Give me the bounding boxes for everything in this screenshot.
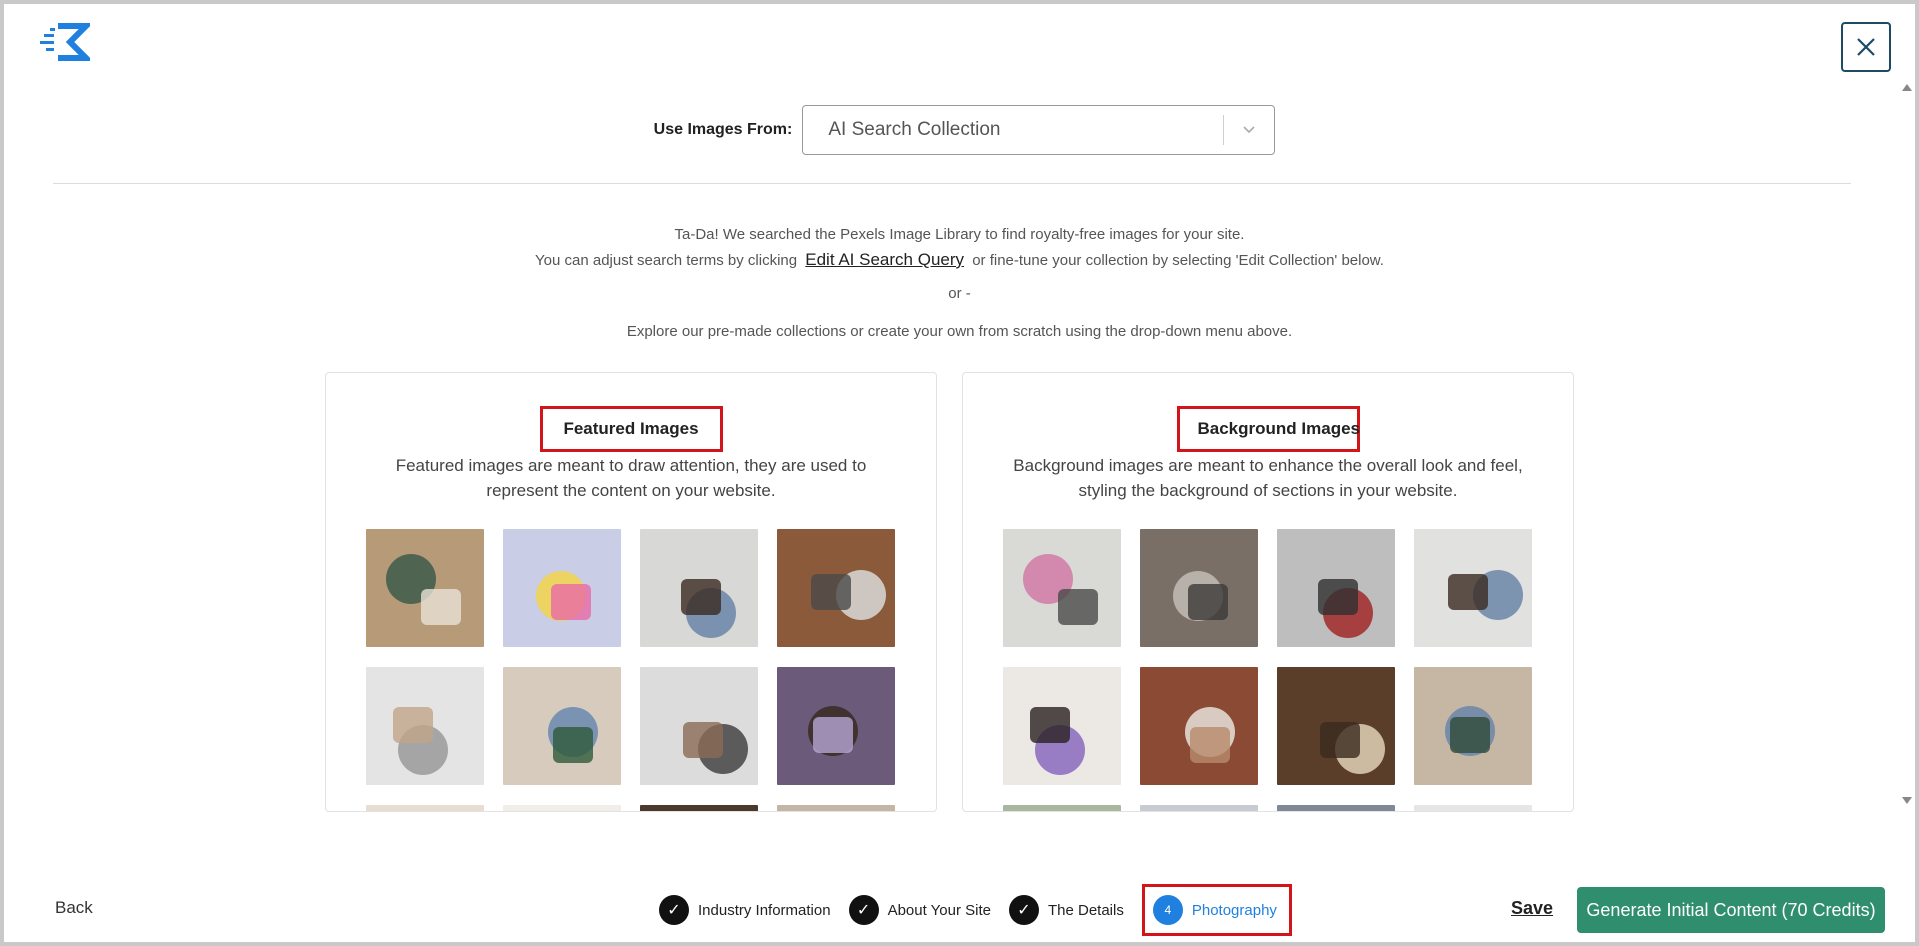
background-images-card: Background Images Background images are … <box>962 372 1574 812</box>
featured-image-thumbnail <box>640 667 758 785</box>
featured-image-thumbnail <box>777 667 895 785</box>
featured-image-thumbnail <box>777 529 895 647</box>
featured-image-thumbnail <box>640 805 758 811</box>
background-image-thumbnail <box>1140 667 1258 785</box>
background-images-title: Background Images <box>1176 406 1360 452</box>
save-button[interactable]: Save <box>1511 898 1553 919</box>
background-image-thumbnail <box>1414 529 1532 647</box>
featured-images-title: Featured Images <box>539 406 723 452</box>
background-image-thumbnail <box>1140 805 1258 811</box>
wizard-window: Use Images From: AI Search Collection Ta… <box>4 4 1915 942</box>
background-image-thumbnail <box>1003 805 1121 811</box>
featured-image-thumbnail <box>503 667 621 785</box>
background-image-thumbnail <box>1003 529 1121 647</box>
intro-line-1: Ta-Da! We searched the Pexels Image Libr… <box>674 226 1245 243</box>
featured-image-thumbnail <box>366 529 484 647</box>
step-label: Industry Information <box>698 901 831 919</box>
featured-images-description: Featured images are meant to draw attent… <box>326 453 936 503</box>
close-icon <box>1857 38 1875 56</box>
intro-line-2: You can adjust search terms by clicking … <box>4 247 1915 273</box>
kadence-logo-icon <box>40 23 90 61</box>
image-source-value: AI Search Collection <box>828 119 1001 140</box>
featured-image-thumbnail <box>777 805 895 811</box>
background-images-description: Background images are meant to enhance t… <box>963 453 1573 503</box>
background-desc-line-1: Background images are meant to enhance t… <box>1013 456 1523 475</box>
background-image-thumbnail <box>1140 529 1258 647</box>
background-image-thumbnail <box>1277 667 1395 785</box>
background-image-thumbnail <box>1414 805 1532 811</box>
intro-line-2-before: You can adjust search terms by clicking <box>535 252 798 269</box>
featured-images-grid <box>366 529 896 811</box>
scroll-down-icon[interactable] <box>1902 797 1912 804</box>
background-desc-line-2: styling the background of sections in yo… <box>1078 481 1458 500</box>
featured-desc-line-1: Featured images are meant to draw attent… <box>395 456 867 475</box>
featured-image-thumbnail <box>503 805 621 811</box>
featured-images-card: Featured Images Featured images are mean… <box>325 372 937 812</box>
explore-text: Explore our pre-made collections or crea… <box>626 323 1293 340</box>
scroll-up-icon[interactable] <box>1902 84 1912 91</box>
check-icon: ✓ <box>659 895 689 925</box>
intro-line-2-after: or fine-tune your collection by selectin… <box>972 252 1384 269</box>
background-image-thumbnail <box>1414 667 1532 785</box>
background-image-thumbnail <box>1277 529 1395 647</box>
header-divider <box>53 183 1851 184</box>
check-icon: ✓ <box>1008 895 1039 925</box>
chevron-down-icon[interactable] <box>1224 125 1274 135</box>
step-industry-information[interactable]: ✓ Industry Information <box>659 895 831 925</box>
featured-image-thumbnail <box>640 529 758 647</box>
step-label: Photography <box>1191 901 1277 919</box>
featured-image-thumbnail <box>366 805 484 811</box>
step-label: About Your Site <box>887 901 991 919</box>
check-icon: ✓ <box>848 895 879 925</box>
featured-image-thumbnail <box>366 667 484 785</box>
scrollbar[interactable] <box>1899 84 1913 804</box>
featured-desc-line-2: represent the content on your website. <box>486 481 776 500</box>
back-button[interactable]: Back <box>55 898 93 918</box>
step-about-your-site[interactable]: ✓ About Your Site <box>848 895 991 925</box>
background-images-grid <box>1003 529 1533 811</box>
background-image-thumbnail <box>1277 805 1395 811</box>
step-the-details[interactable]: ✓ The Details <box>1008 895 1124 925</box>
intro-text: Ta-Da! We searched the Pexels Image Libr… <box>4 222 1915 273</box>
edit-ai-search-query-link[interactable]: Edit AI Search Query <box>805 250 964 269</box>
image-source-select[interactable]: AI Search Collection <box>802 105 1276 155</box>
image-source-label: Use Images From: <box>653 121 793 138</box>
background-image-thumbnail <box>1003 667 1121 785</box>
generate-initial-content-button[interactable]: Generate Initial Content (70 Credits) <box>1577 887 1885 933</box>
step-number-icon: 4 <box>1152 895 1183 925</box>
wizard-steps: ✓ Industry Information ✓ About Your Site… <box>659 884 1310 936</box>
step-photography[interactable]: 4 Photography <box>1141 884 1292 936</box>
featured-image-thumbnail <box>503 529 621 647</box>
step-label: The Details <box>1047 901 1124 919</box>
close-button[interactable] <box>1841 22 1891 72</box>
wizard-footer: Back ✓ Industry Information ✓ About Your… <box>4 874 1915 942</box>
or-separator: or - <box>948 285 971 302</box>
image-source-row: Use Images From: AI Search Collection <box>4 104 1915 156</box>
